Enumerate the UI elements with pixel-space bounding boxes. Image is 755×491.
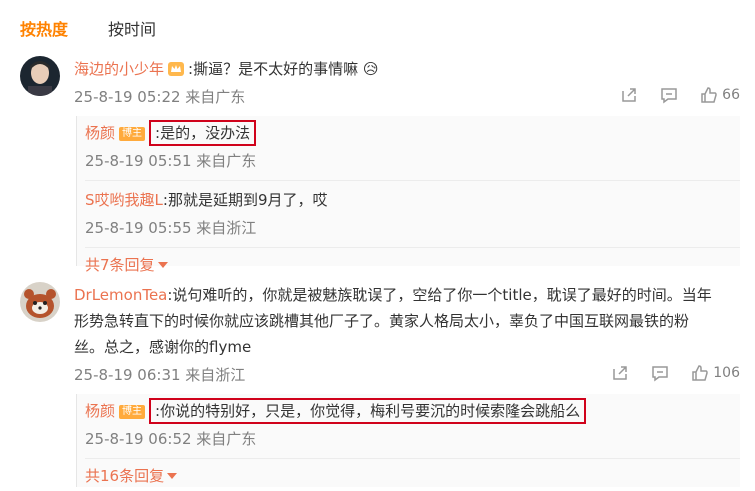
avatar[interactable]	[20, 282, 60, 322]
comment-actions: 66	[620, 86, 740, 104]
reply-username[interactable]: 杨颜	[85, 124, 115, 142]
divider	[85, 180, 740, 181]
divider	[85, 458, 740, 459]
reply-username[interactable]: S哎哟我趣L	[85, 191, 163, 209]
comment-username[interactable]: DrLemonTea	[74, 286, 167, 304]
author-badge: 博主	[119, 127, 146, 141]
tab-by-time[interactable]: 按时间	[108, 16, 156, 40]
comment-1: 海边的小少年:撕逼？是不太好的事情嘛 😥 25-8-19 05:22 来自广东 …	[20, 56, 740, 274]
comment-text-line: DrLemonTea:说句难听的，你就是被魅族耽误了，空给了你一个title，耽…	[74, 282, 740, 308]
reply-text: :是的，没办法	[149, 120, 257, 146]
reply-item: 杨颜 博主:是的，没办法 25-8-19 05:51 来自广东	[85, 120, 740, 174]
comment-text-line: 海边的小少年 :撕逼？是不太好的事情嘛 😥	[74, 56, 740, 82]
chevron-down-icon	[167, 472, 178, 479]
reply-text: :你说的特别好，只是，你觉得，梅利号要沉的时候索隆会跳船么	[149, 398, 587, 424]
like-button[interactable]: 66	[700, 86, 740, 104]
thumbs-up-icon	[701, 87, 717, 103]
comment-text-line: 形势急转直下的时候你就应该跳槽其他厂子了。黄家人格局太小，辜负了中国互联网最铁的…	[74, 312, 690, 330]
more-replies-link[interactable]: 共7条回复	[85, 254, 168, 275]
reply-text: :那就是延期到9月了，哎	[162, 191, 328, 209]
more-replies-label: 共7条回复	[85, 256, 155, 274]
author-badge: 博主	[119, 405, 146, 419]
comment-icon	[652, 366, 669, 382]
share-button[interactable]	[620, 86, 638, 104]
comment-username[interactable]: 海边的小少年	[74, 60, 164, 78]
reply-item: S哎哟我趣L:那就是延期到9月了，哎 25-8-19 05:55 来自浙江	[85, 187, 740, 241]
thumbs-up-icon	[692, 365, 709, 381]
reply-meta: 25-8-19 05:55 来自浙江	[85, 219, 257, 237]
comment-2: DrLemonTea:说句难听的，你就是被魅族耽误了，空给了你一个title，耽…	[20, 282, 740, 487]
reply-item: 杨颜 博主:你说的特别好，只是，你觉得，梅利号要沉的时候索隆会跳船么 25-8-1…	[85, 398, 740, 452]
comment-text: :撕逼？是不太好的事情嘛 😥	[188, 60, 379, 78]
avatar[interactable]	[20, 56, 60, 96]
reply-username[interactable]: 杨颜	[85, 402, 115, 420]
reply-button[interactable]	[660, 86, 678, 104]
more-replies-link[interactable]: 共16条回复	[85, 465, 178, 486]
reply-list: 杨颜 博主:是的，没办法 25-8-19 05:51 来自广东 S哎哟我趣L:那就…	[76, 116, 740, 274]
divider	[85, 247, 740, 248]
tab-by-hot[interactable]: 按热度	[20, 16, 68, 40]
share-button[interactable]	[611, 364, 629, 382]
like-count: 106	[713, 365, 740, 381]
reply-list: 杨颜 博主:你说的特别好，只是，你觉得，梅利号要沉的时候索隆会跳船么 25-8-1…	[76, 394, 740, 487]
chevron-down-icon	[157, 261, 168, 268]
reply-meta: 25-8-19 06:52 来自广东	[85, 430, 257, 448]
comment-icon	[661, 88, 677, 104]
crown-icon	[168, 62, 185, 76]
like-count: 66	[722, 87, 740, 103]
comment-text: :说句难听的，你就是被魅族耽误了，空给了你一个title，耽误了最好的时间。当年	[167, 286, 712, 304]
comment-text-line: 丝。总之，感谢你的flyme	[74, 338, 252, 356]
share-icon	[613, 366, 628, 380]
more-replies-label: 共16条回复	[85, 467, 165, 485]
reply-meta: 25-8-19 05:51 来自广东	[85, 152, 257, 170]
share-icon	[622, 88, 636, 102]
like-button[interactable]: 106	[691, 364, 740, 382]
reply-button[interactable]	[651, 364, 669, 382]
sort-tabs: 按热度 按时间	[20, 14, 196, 42]
comment-actions: 106	[611, 364, 740, 382]
